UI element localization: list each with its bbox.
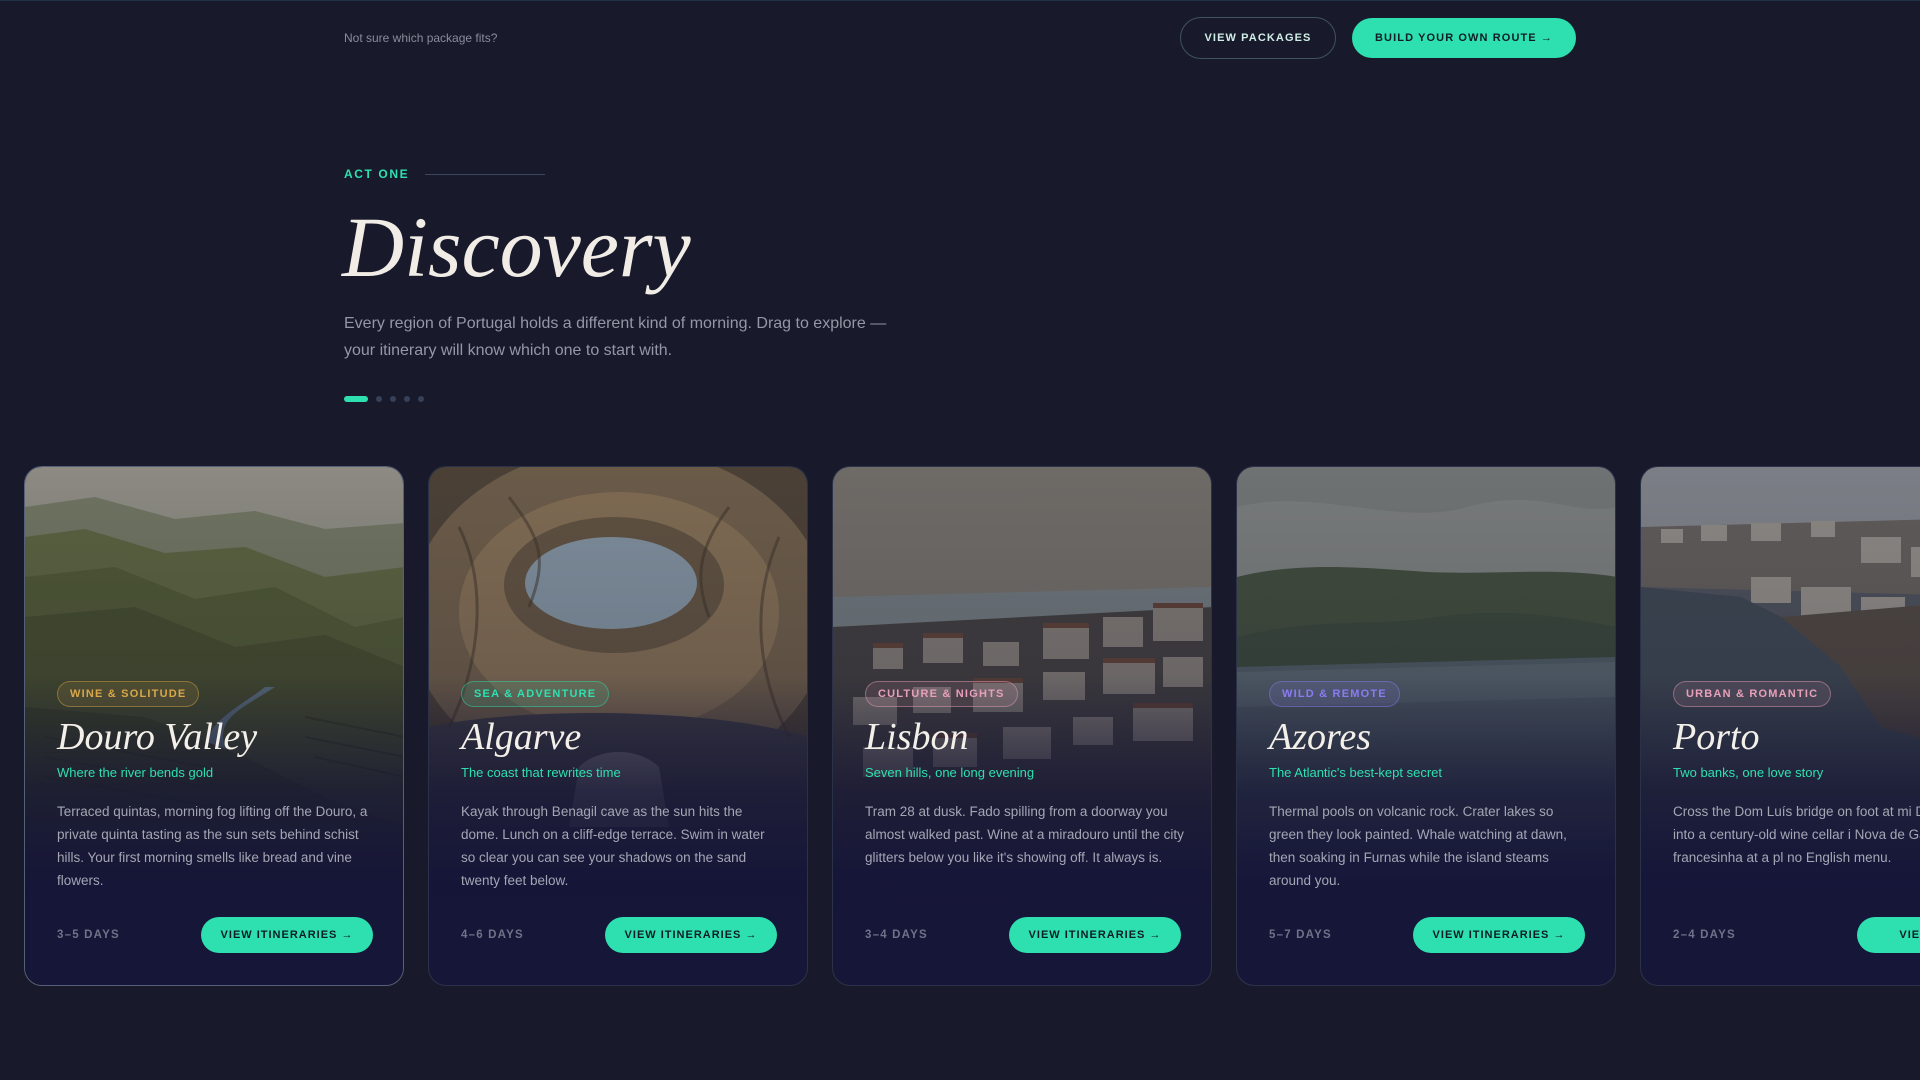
- pager-dot-5[interactable]: [418, 396, 424, 402]
- card-footer: 3–4 DAYS VIEW ITINERARIES →: [865, 917, 1181, 953]
- card-footer: 4–6 DAYS VIEW ITINERARIES →: [461, 917, 777, 953]
- card-footer: 5–7 DAYS VIEW ITINERARIES →: [1269, 917, 1585, 953]
- card-tagline: The Atlantic's best-kept secret: [1269, 764, 1443, 780]
- page-title: Discovery: [342, 199, 691, 295]
- card-footer: 2–4 DAYS VIEW ITINERA: [1673, 917, 1920, 953]
- pager-dot-4[interactable]: [404, 396, 410, 402]
- pager-dot-3[interactable]: [390, 396, 396, 402]
- card-duration: 4–6 DAYS: [461, 929, 524, 941]
- card-description: Terraced quintas, morning fog lifting of…: [57, 803, 368, 888]
- card-description: Tram 28 at dusk. Fado spilling from a do…: [865, 803, 1184, 865]
- card-tagline: Seven hills, one long evening: [865, 764, 1035, 780]
- card-title: Azores: [1269, 716, 1372, 758]
- pager-dot-1[interactable]: [344, 396, 368, 402]
- carousel-pager: [344, 396, 432, 402]
- view-itineraries-button[interactable]: VIEW ITINERARIES →: [605, 917, 777, 953]
- card-tagline: Two banks, one love story: [1673, 764, 1824, 780]
- card-title: Porto: [1673, 716, 1760, 758]
- destination-card-lisbon[interactable]: CULTURE & NIGHTS Lisbon Seven hills, one…: [832, 466, 1212, 986]
- destination-card-azores[interactable]: WILD & REMOTE Azores The Atlantic's best…: [1236, 466, 1616, 986]
- act-kicker: ACT ONE: [344, 167, 546, 181]
- build-route-button[interactable]: BUILD YOUR OWN ROUTE →: [1352, 18, 1576, 58]
- card-content: WILD & REMOTE Azores The Atlantic's best…: [1269, 681, 1599, 892]
- card-description: Kayak through Benagil cave as the sun hi…: [461, 803, 765, 888]
- card-content: CULTURE & NIGHTS Lisbon Seven hills, one…: [865, 681, 1195, 869]
- destination-card-algarve[interactable]: SEA & ADVENTURE Algarve The coast that r…: [428, 466, 808, 986]
- card-content: SEA & ADVENTURE Algarve The coast that r…: [461, 681, 791, 892]
- card-duration: 5–7 DAYS: [1269, 929, 1332, 941]
- view-itineraries-button[interactable]: VIEW ITINERARIES →: [1413, 917, 1585, 953]
- act-label: ACT ONE: [344, 167, 410, 181]
- card-duration: 3–4 DAYS: [865, 929, 928, 941]
- destination-card-douro[interactable]: WINE & SOLITUDE Douro Valley Where the r…: [24, 466, 404, 986]
- destination-card-porto[interactable]: URBAN & ROMANTIC Porto Two banks, one lo…: [1640, 466, 1920, 986]
- view-itineraries-button[interactable]: VIEW ITINERARIES →: [201, 917, 373, 953]
- card-tag: URBAN & ROMANTIC: [1673, 681, 1832, 707]
- card-tagline: The coast that rewrites time: [461, 764, 621, 780]
- card-tag: WINE & SOLITUDE: [57, 681, 200, 707]
- card-description: Thermal pools on volcanic rock. Crater l…: [1269, 803, 1567, 888]
- card-tag: WILD & REMOTE: [1269, 681, 1400, 707]
- pager-dot-2[interactable]: [376, 396, 382, 402]
- package-hint: Not sure which package fits?: [344, 31, 498, 45]
- card-duration: 2–4 DAYS: [1673, 929, 1736, 941]
- card-title: Douro Valley: [57, 716, 258, 758]
- card-title: Lisbon: [865, 716, 969, 758]
- card-tagline: Where the river bends gold: [57, 764, 214, 780]
- card-content: URBAN & ROMANTIC Porto Two banks, one lo…: [1673, 681, 1920, 869]
- card-tag: SEA & ADVENTURE: [461, 681, 610, 707]
- page-intro: Every region of Portugal holds a differe…: [344, 315, 887, 359]
- card-content: WINE & SOLITUDE Douro Valley Where the r…: [57, 681, 387, 892]
- kicker-rule: [425, 173, 546, 175]
- card-description: Cross the Dom Luís bridge on foot at mi …: [1673, 803, 1920, 865]
- card-tag: CULTURE & NIGHTS: [865, 681, 1018, 707]
- view-itineraries-button[interactable]: VIEW ITINERA: [1857, 917, 1920, 953]
- card-footer: 3–5 DAYS VIEW ITINERARIES →: [57, 917, 373, 953]
- card-duration: 3–5 DAYS: [57, 929, 120, 941]
- card-title: Algarve: [461, 716, 582, 758]
- view-itineraries-button[interactable]: VIEW ITINERARIES →: [1009, 917, 1181, 953]
- destination-carousel[interactable]: WINE & SOLITUDE Douro Valley Where the r…: [24, 466, 1920, 986]
- top-bar: Not sure which package fits? VIEW PACKAG…: [0, 0, 1920, 76]
- view-packages-button[interactable]: VIEW PACKAGES: [1180, 17, 1336, 59]
